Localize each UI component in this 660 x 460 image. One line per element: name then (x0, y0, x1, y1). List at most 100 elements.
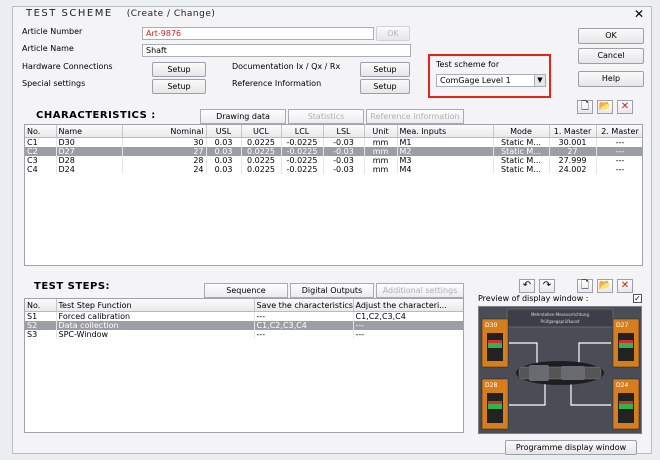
characteristic-cell-unit: mm (364, 165, 398, 174)
article-number-field[interactable]: Art-9876 (142, 27, 374, 40)
col-mea-inputs[interactable]: Mea. Inputs (397, 125, 494, 138)
tab-sequence[interactable]: Sequence (204, 283, 288, 298)
characteristic-cell-lsl: -0.03 (323, 156, 365, 165)
shaft-graphic (516, 361, 604, 385)
tab-reference-information[interactable]: Reference Information (366, 109, 464, 124)
characteristic-cell-nominal: 28 (122, 156, 207, 165)
characteristics-header-row: No. Name Nominal USL UCL LCL LSL Unit Me… (25, 125, 642, 138)
characteristics-table[interactable]: No. Name Nominal USL UCL LCL LSL Unit Me… (24, 124, 643, 266)
preview-checkbox[interactable]: ✓ (633, 294, 642, 303)
col-mode[interactable]: Mode (493, 125, 550, 138)
col-usl[interactable]: USL (206, 125, 242, 138)
preview-header-line1: Mehrstellen-Messvorrichtung (531, 312, 589, 317)
new-step-icon[interactable]: 🗋 (577, 279, 593, 293)
gauge-d27: D27 (612, 318, 640, 368)
tab-drawing-data[interactable]: Drawing data (200, 109, 286, 124)
step-row[interactable]: S1 Forced calibration --- C1,C2,C3,C4 (25, 311, 463, 321)
tab-digital-outputs[interactable]: Digital Outputs (290, 283, 374, 298)
characteristic-cell-mea-inputs: M4 (397, 165, 494, 174)
step-cell-no: S3 (25, 330, 57, 339)
chevron-down-icon[interactable]: ▼ (534, 75, 545, 86)
characteristic-cell-lcl: -0.0225 (281, 147, 324, 156)
delete-step-icon[interactable]: ✕ (617, 279, 633, 293)
cancel-button[interactable]: Cancel (578, 48, 644, 64)
step-cell-save: --- (254, 311, 354, 321)
article-ok-button[interactable]: OK (376, 26, 410, 41)
characteristic-cell-ucl: 0.0225 (241, 165, 282, 174)
test-scheme-for-select[interactable]: ComGage Level 1 ▼ (436, 74, 546, 87)
open-step-icon[interactable]: 📂 (597, 279, 613, 293)
steps-header-row: No. Test Step Function Save the characte… (25, 299, 463, 312)
hardware-connections-label: Hardware Connections (22, 62, 113, 71)
article-name-field[interactable]: Shaft (142, 44, 411, 57)
step-row[interactable]: S3 SPC-Window --- --- (25, 330, 463, 339)
characteristic-cell-lcl: -0.0225 (281, 156, 324, 165)
col-name[interactable]: Name (56, 125, 123, 138)
special-setup-button[interactable]: Setup (152, 79, 206, 94)
characteristic-cell-name: D28 (56, 156, 123, 165)
characteristic-cell-lsl: -0.03 (323, 165, 365, 174)
characteristic-cell-master2: --- (596, 165, 642, 174)
characteristic-cell-nominal: 27 (122, 147, 207, 156)
step-cell-function: Data collection (56, 321, 255, 330)
step-cell-no: S1 (25, 311, 57, 321)
hardware-setup-button[interactable]: Setup (152, 62, 206, 77)
col-ucl[interactable]: UCL (241, 125, 282, 138)
reference-setup-button[interactable]: Setup (360, 79, 410, 94)
col-no[interactable]: No. (25, 125, 57, 138)
col-unit[interactable]: Unit (364, 125, 398, 138)
col-master1[interactable]: 1. Master (549, 125, 597, 138)
col-step-no[interactable]: No. (25, 299, 57, 312)
col-save-characteristics[interactable]: Save the characteristics (254, 299, 354, 312)
step-cell-no: S2 (25, 321, 57, 330)
characteristic-cell-name: D24 (56, 165, 123, 174)
undo-icon[interactable]: ↶ (519, 279, 535, 293)
gauge-d30: D30 (481, 318, 509, 368)
documentation-setup-button[interactable]: Setup (360, 62, 410, 77)
display-window-preview: Mehrstellen-Messvorrichtung Prüfgangsprü… (478, 306, 642, 434)
ok-button[interactable]: OK (578, 28, 644, 44)
delete-icon[interactable]: ✕ (617, 100, 633, 114)
characteristic-cell-no: C3 (25, 156, 57, 165)
programme-display-window-button[interactable]: Programme display window (505, 440, 637, 455)
new-document-icon[interactable]: 🗋 (577, 100, 593, 114)
characteristic-cell-mea-inputs: M3 (397, 156, 494, 165)
step-cell-save: C1,C2,C3,C4 (254, 321, 354, 330)
characteristic-cell-ucl: 0.0225 (241, 147, 282, 156)
reference-information-label: Reference Information (232, 79, 322, 88)
close-icon[interactable]: ✕ (632, 8, 646, 22)
gauge-label-d24: D24 (616, 382, 628, 389)
test-scheme-for-label: Test scheme for (436, 60, 500, 69)
step-row[interactable]: S2 Data collection C1,C2,C3,C4 --- (25, 321, 463, 330)
test-steps-table[interactable]: No. Test Step Function Save the characte… (24, 298, 464, 433)
col-master2[interactable]: 2. Master (596, 125, 642, 138)
gauge-d28: D28 (481, 378, 509, 430)
characteristic-cell-usl: 0.03 (206, 137, 242, 147)
characteristic-cell-unit: mm (364, 156, 398, 165)
redo-icon[interactable]: ↷ (539, 279, 555, 293)
col-step-function[interactable]: Test Step Function (56, 299, 255, 312)
gauge-label-d27: D27 (616, 322, 628, 329)
characteristic-row[interactable]: C4 D24 24 0.03 0.0225 -0.0225 -0.03 mm M4 Static … (25, 165, 642, 174)
gauge-label-d30: D30 (485, 322, 497, 329)
preview-graphic: Mehrstellen-Messvorrichtung Prüfgangsprü… (481, 308, 640, 430)
characteristic-cell-nominal: 24 (122, 165, 207, 174)
characteristic-row[interactable]: C1 D30 30 0.03 0.0225 -0.0225 -0.03 mm M1 Static … (25, 137, 642, 147)
step-cell-adjust: --- (353, 321, 463, 330)
step-cell-save: --- (254, 330, 354, 339)
open-folder-icon[interactable]: 📂 (597, 100, 613, 114)
help-button[interactable]: Help (578, 71, 644, 87)
col-lcl[interactable]: LCL (281, 125, 324, 138)
tab-additional-settings[interactable]: Additional settings (376, 283, 464, 298)
tab-statistics[interactable]: Statistics (288, 109, 364, 124)
characteristic-cell-unit: mm (364, 147, 398, 156)
documentation-label: Documentation Ix / Qx / Rx (232, 62, 341, 71)
characteristic-row[interactable]: C2 D27 27 0.03 0.0225 -0.0225 -0.03 mm M2 Static … (25, 147, 642, 156)
col-lsl[interactable]: LSL (323, 125, 365, 138)
characteristic-row[interactable]: C3 D28 28 0.03 0.0225 -0.0225 -0.03 mm M3 Static … (25, 156, 642, 165)
col-nominal[interactable]: Nominal (122, 125, 207, 138)
characteristic-cell-master1: 27.999 (549, 156, 597, 165)
col-adjust-characteristics[interactable]: Adjust the characteri... (353, 299, 463, 312)
characteristic-cell-no: C2 (25, 147, 57, 156)
step-cell-function: Forced calibration (56, 311, 255, 321)
